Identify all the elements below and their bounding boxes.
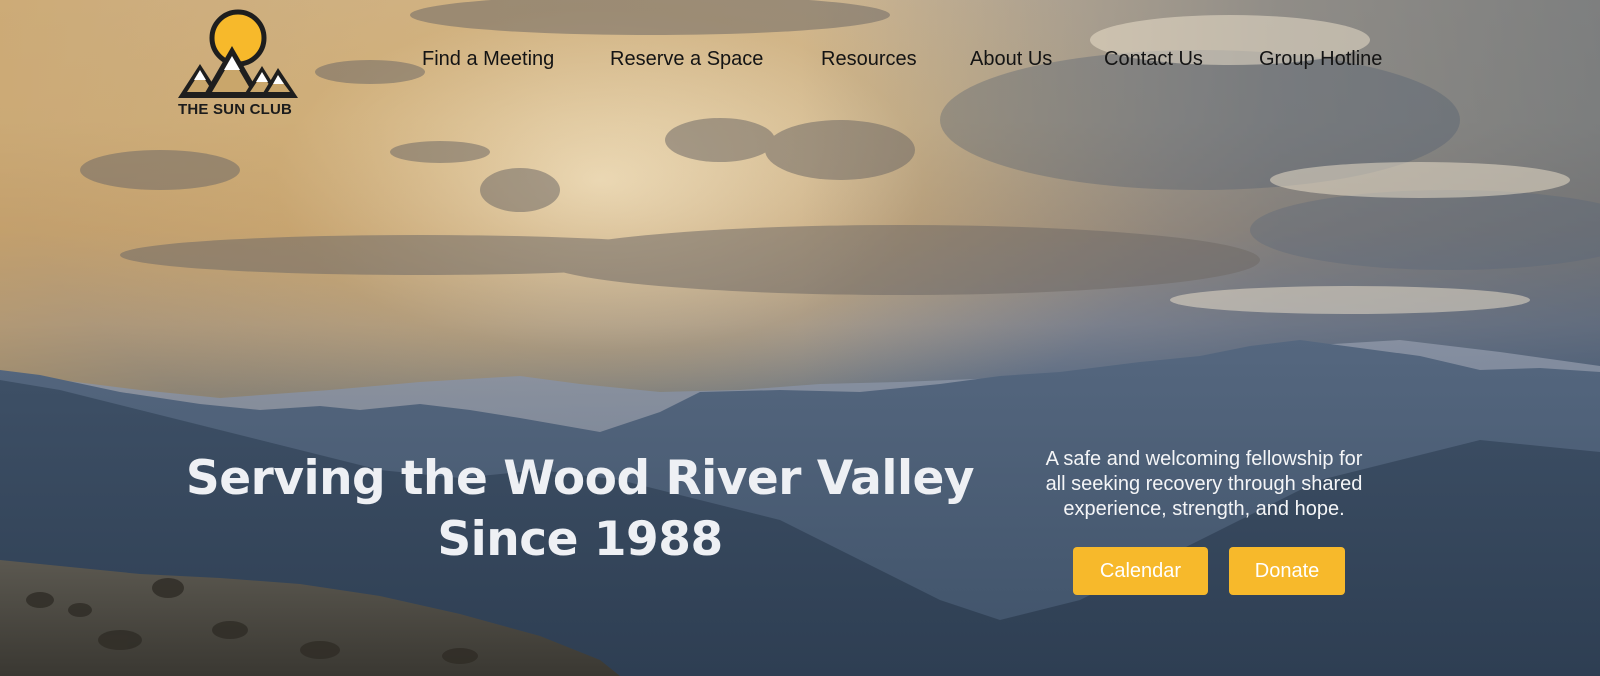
- tagline-line-2: all seeking recovery through shared: [1045, 473, 1363, 495]
- clouds: [80, 0, 1600, 295]
- calendar-button[interactable]: Calendar: [1073, 547, 1208, 595]
- site-logo[interactable]: THE SUN CLUB: [176, 8, 300, 120]
- hero-headline: Serving the Wood River Valley Since 1988: [180, 448, 980, 570]
- logo-wordmark: THE SUN CLUB: [178, 101, 293, 118]
- main-navigation: Find a Meeting Reserve a Space Resources…: [422, 48, 1409, 71]
- nav-group-hotline[interactable]: Group Hotline: [1259, 48, 1409, 71]
- tagline-line-1: A safe and welcoming fellowship for: [1045, 448, 1363, 470]
- tagline-line-3: experience, strength, and hope.: [1063, 498, 1345, 520]
- donate-button[interactable]: Donate: [1229, 547, 1345, 595]
- nav-contact-us[interactable]: Contact Us: [1104, 48, 1259, 71]
- headline-line-1: Serving the Wood River Valley: [185, 451, 975, 506]
- nav-about-us[interactable]: About Us: [970, 48, 1104, 71]
- hero-section: THE SUN CLUB Find a Meeting Reserve a Sp…: [0, 0, 1600, 676]
- nav-find-a-meeting[interactable]: Find a Meeting: [422, 48, 610, 71]
- headline-line-2: Since 1988: [437, 512, 723, 567]
- hero-tagline: A safe and welcoming fellowship for all …: [1000, 447, 1408, 522]
- nav-reserve-a-space[interactable]: Reserve a Space: [610, 48, 821, 71]
- nav-resources[interactable]: Resources: [821, 48, 970, 71]
- sun-mountains-logo-icon: [178, 9, 298, 98]
